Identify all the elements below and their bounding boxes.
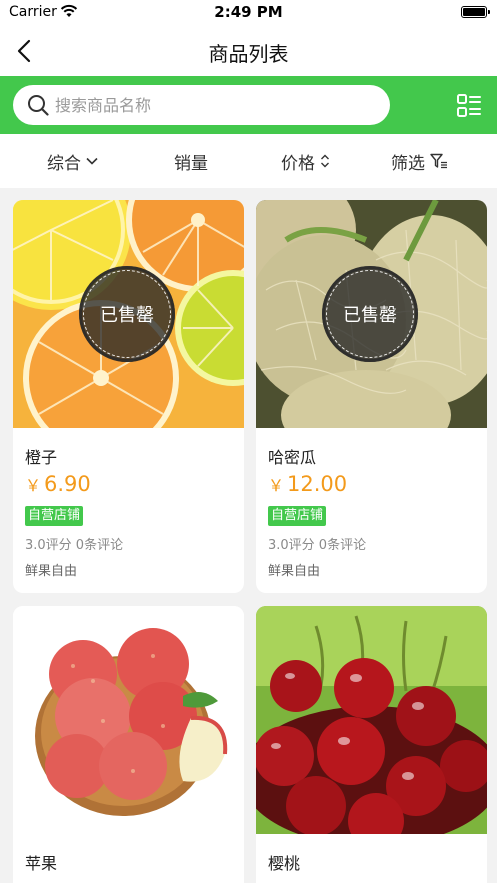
battery-icon (461, 6, 490, 18)
product-name: 苹果 (25, 854, 58, 873)
product-price: ￥ 12.00 (268, 472, 348, 496)
sort-filter[interactable]: 筛选 (391, 149, 448, 174)
sort-label: 销量 (174, 153, 208, 174)
product-image-melon: 已售罄 (256, 200, 487, 428)
sort-label: 综合 (47, 153, 81, 174)
status-bar: Carrier 2:49 PM (0, 0, 497, 26)
product-card-cherry[interactable]: 樱桃 (256, 606, 487, 883)
product-name: 橙子 (25, 448, 58, 467)
nav-bar: 商品列表 (0, 26, 497, 76)
sort-label: 价格 (281, 153, 315, 174)
product-image-orange: 已售罄 (13, 200, 244, 428)
page-title: 商品列表 (208, 42, 289, 66)
shop-name: 鲜果自由 (268, 564, 321, 579)
product-name: 樱桃 (268, 854, 301, 873)
sort-bar: 综合 销量 价格 筛选 (0, 134, 497, 188)
grid-list-toggle-icon[interactable] (456, 93, 482, 119)
product-price: ￥ 6.90 (25, 472, 91, 496)
filter-funnel-icon (430, 153, 447, 169)
sort-comprehensive[interactable]: 综合 (47, 149, 98, 174)
sold-out-stamp: 已售罄 (79, 266, 175, 362)
sort-label: 筛选 (391, 153, 425, 174)
sold-out-stamp: 已售罄 (322, 266, 418, 362)
search-input[interactable] (55, 85, 375, 125)
status-time: 2:49 PM (214, 3, 283, 21)
search-icon (28, 95, 49, 116)
product-card-orange[interactable]: 已售罄 橙子 ￥ 6.90 自营店铺 3.0评分 0条评论 鲜果自由 (13, 200, 244, 593)
self-operated-badge: 自营店铺 (25, 506, 84, 526)
product-image-apple (13, 606, 244, 834)
product-rating: 3.0评分 0条评论 (25, 538, 124, 553)
product-image-cherry (256, 606, 487, 834)
product-name: 哈密瓜 (268, 448, 317, 467)
shop-name: 鲜果自由 (25, 564, 78, 579)
search-box[interactable] (13, 85, 390, 125)
self-operated-badge: 自营店铺 (268, 506, 327, 526)
sort-updown-icon (321, 154, 329, 168)
sort-price[interactable]: 价格 (281, 149, 330, 174)
search-bar-area (0, 76, 497, 134)
chevron-down-icon (86, 157, 98, 165)
product-card-apple[interactable]: 苹果 (13, 606, 244, 883)
product-rating: 3.0评分 0条评论 (268, 538, 367, 553)
sort-sales[interactable]: 销量 (174, 149, 208, 174)
product-card-melon[interactable]: 已售罄 哈密瓜 ￥ 12.00 自营店铺 3.0评分 0条评论 鲜果自由 (256, 200, 487, 593)
